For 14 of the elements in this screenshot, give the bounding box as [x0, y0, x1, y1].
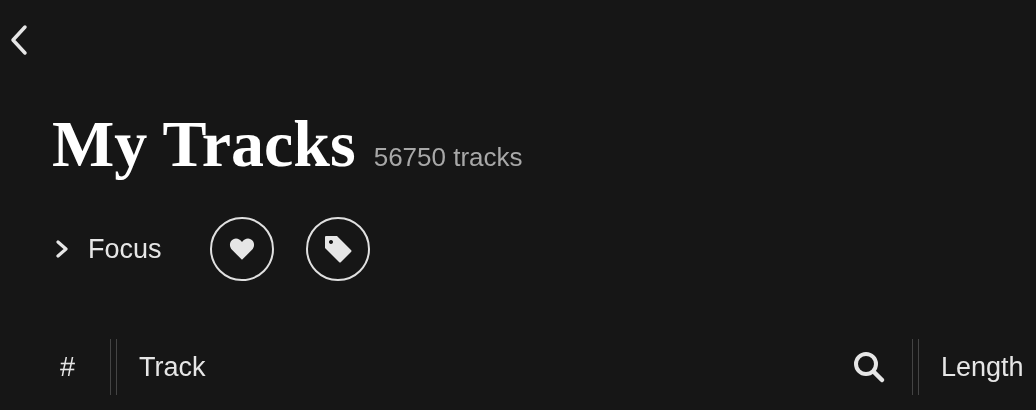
column-header[interactable]: Track	[139, 351, 852, 383]
column-resize-handle[interactable]	[912, 339, 919, 395]
column-header[interactable]: Length	[941, 351, 1036, 383]
heart-icon	[228, 237, 255, 261]
favorite-button[interactable]	[209, 217, 274, 281]
search-button[interactable]	[852, 350, 886, 384]
column-resize-handle[interactable]	[110, 339, 117, 395]
column-header[interactable]: #	[0, 351, 110, 383]
tag-button[interactable]	[305, 217, 370, 281]
focus-toggle[interactable]: Focus	[52, 233, 162, 265]
search-icon	[852, 350, 886, 384]
track-count: 56750 tracks	[373, 142, 523, 173]
chevron-left-icon	[8, 24, 30, 56]
back-button[interactable]	[8, 24, 30, 56]
